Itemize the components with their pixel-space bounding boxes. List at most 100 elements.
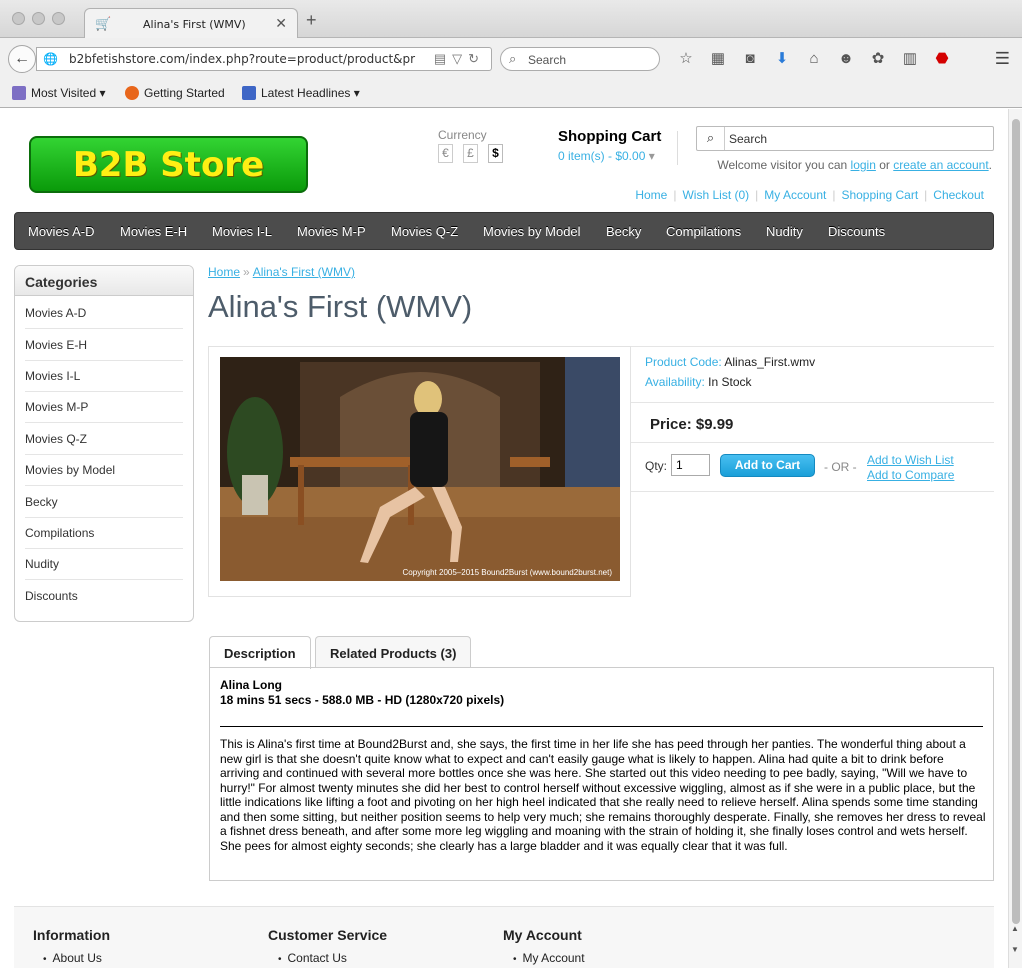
category-becky[interactable]: Becky xyxy=(25,495,183,518)
menu-becky[interactable]: Becky xyxy=(606,224,641,239)
currency-label: Currency xyxy=(438,128,487,142)
category-movies-m-p[interactable]: Movies M-P xyxy=(25,400,183,423)
back-button[interactable]: ← xyxy=(8,45,36,73)
hamburger-menu-icon[interactable]: ☰ xyxy=(995,49,1010,69)
info-divider xyxy=(631,402,994,403)
cart-title: Shopping Cart xyxy=(558,128,662,145)
site-search-input[interactable]: ⌕ Search xyxy=(696,126,994,151)
footer-contact-us-link[interactable]: Contact Us xyxy=(278,951,387,965)
reading-list-icon[interactable]: ▦ xyxy=(702,49,734,67)
bookmark-most-visited[interactable]: Most Visited ▾ xyxy=(12,86,106,100)
url-bar[interactable]: 🌐 b2bfetishstore.com/index.php?route=pro… xyxy=(36,47,492,71)
category-movies-by-model[interactable]: Movies by Model xyxy=(25,463,183,486)
footer-information: Information About Us xyxy=(33,927,110,965)
currency-selector: Currency € £ $ xyxy=(438,128,513,163)
bookmark-star-icon[interactable]: ☆ xyxy=(670,49,702,67)
close-window-button[interactable] xyxy=(12,12,25,25)
tab-related-products[interactable]: Related Products (3) xyxy=(315,636,472,668)
menu-discounts[interactable]: Discounts xyxy=(828,224,885,239)
category-movies-q-z[interactable]: Movies Q-Z xyxy=(25,432,183,455)
footer-customer-service: Customer Service Contact Us xyxy=(268,927,387,965)
menu-movies-a-d[interactable]: Movies A-D xyxy=(28,224,94,239)
url-text[interactable]: b2bfetishstore.com/index.php?route=produ… xyxy=(69,52,417,66)
reader-view-icon[interactable]: ▤▽↻ xyxy=(434,51,485,67)
category-movies-e-h[interactable]: Movies E-H xyxy=(25,338,183,361)
menu-movies-e-h[interactable]: Movies E-H xyxy=(120,224,187,239)
site-search-placeholder: Search xyxy=(729,132,768,146)
categories-title: Categories xyxy=(15,266,193,296)
add-to-cart-button[interactable]: Add to Cart xyxy=(720,454,815,477)
chat-icon[interactable]: ☻ xyxy=(830,50,862,67)
home-link[interactable]: Home xyxy=(635,188,667,202)
currency-pound-button[interactable]: £ xyxy=(463,144,478,163)
wishlist-link[interactable]: Wish List (0) xyxy=(682,188,749,202)
store-logo[interactable]: B2B Store xyxy=(29,136,308,193)
wish-compare-links: Add to Wish List Add to Compare xyxy=(867,453,954,483)
model-name: Alina Long xyxy=(220,678,282,692)
bookmark-latest-headlines[interactable]: Latest Headlines ▾ xyxy=(242,86,360,100)
footer-about-us-link[interactable]: About Us xyxy=(43,951,110,965)
cart-items-dropdown[interactable]: 0 item(s) - $0.00 ▾ xyxy=(558,149,661,163)
browser-tab[interactable]: 🛒 Alina's First (WMV) ✕ xyxy=(84,8,298,39)
menu-movies-m-p[interactable]: Movies M-P xyxy=(297,224,366,239)
clipboard-icon[interactable]: ▥ xyxy=(894,49,926,67)
extension-icon[interactable]: ✿ xyxy=(862,49,894,67)
breadcrumb-current[interactable]: Alina's First (WMV) xyxy=(253,265,355,279)
new-tab-button[interactable]: + xyxy=(306,11,317,29)
close-tab-icon[interactable]: ✕ xyxy=(275,15,287,32)
add-to-wishlist-link[interactable]: Add to Wish List xyxy=(867,453,954,468)
cart-summary: Shopping Cart 0 item(s) - $0.00 ▾ xyxy=(558,128,661,163)
browser-toolbar: ← 🌐 b2bfetishstore.com/index.php?route=p… xyxy=(0,38,1022,80)
description-rule xyxy=(220,726,983,727)
scroll-down-icon[interactable]: ▼ xyxy=(1011,945,1019,954)
zoom-window-button[interactable] xyxy=(52,12,65,25)
menu-nudity[interactable]: Nudity xyxy=(766,224,803,239)
or-text: - OR - xyxy=(824,460,857,474)
checkout-link[interactable]: Checkout xyxy=(933,188,984,202)
breadcrumb: Home» Alina's First (WMV) xyxy=(208,265,355,279)
create-account-link[interactable]: create an account xyxy=(893,158,988,172)
category-movies-a-d[interactable]: Movies A-D xyxy=(25,306,183,329)
add-to-compare-link[interactable]: Add to Compare xyxy=(867,468,954,483)
scrollbar-thumb[interactable] xyxy=(1012,119,1020,924)
description-panel: Alina Long 18 mins 51 secs - 588.0 MB - … xyxy=(209,667,994,881)
download-icon[interactable]: ⬇ xyxy=(766,49,798,67)
shopping-cart-link[interactable]: Shopping Cart xyxy=(841,188,918,202)
chevron-down-icon: ▾ xyxy=(648,149,655,163)
page-scrollbar[interactable]: ▲ ▼ xyxy=(1008,109,1022,968)
pocket-icon[interactable]: ◙ xyxy=(734,50,766,67)
rss-icon xyxy=(242,86,256,100)
currency-dollar-button[interactable]: $ xyxy=(488,144,503,163)
image-copyright-text: Copyright 2005–2015 Bound2Burst (www.bou… xyxy=(402,568,612,577)
category-compilations[interactable]: Compilations xyxy=(25,526,183,549)
login-link[interactable]: login xyxy=(851,158,876,172)
product-info-pane: Product Code: Alinas_First.wmv Availabil… xyxy=(631,346,994,492)
currency-euro-button[interactable]: € xyxy=(438,144,453,163)
search-icon[interactable]: ⌕ xyxy=(697,127,725,150)
product-code: Product Code: Alinas_First.wmv xyxy=(645,355,816,369)
adblock-icon[interactable]: ⬣ xyxy=(926,49,958,67)
menu-movies-by-model[interactable]: Movies by Model xyxy=(483,224,581,239)
footer-my-account-title: My Account xyxy=(503,927,582,943)
menu-movies-i-l[interactable]: Movies I-L xyxy=(212,224,272,239)
browser-search-input[interactable]: ⌕ Search xyxy=(500,47,660,71)
scroll-up-icon[interactable]: ▲ xyxy=(1011,924,1019,933)
footer-my-account-link[interactable]: My Account xyxy=(513,951,585,965)
breadcrumb-home[interactable]: Home xyxy=(208,265,240,279)
product-image[interactable]: Copyright 2005–2015 Bound2Burst (www.bou… xyxy=(220,357,620,581)
product-availability: Availability: In Stock xyxy=(645,375,752,389)
category-nudity[interactable]: Nudity xyxy=(25,557,183,580)
video-meta: 18 mins 51 secs - 588.0 MB - HD (1280x72… xyxy=(220,693,505,707)
bookmark-getting-started[interactable]: Getting Started xyxy=(125,86,225,100)
category-discounts[interactable]: Discounts xyxy=(25,589,183,611)
minimize-window-button[interactable] xyxy=(32,12,45,25)
cart-favicon-icon: 🛒 xyxy=(95,16,112,31)
menu-compilations[interactable]: Compilations xyxy=(666,224,741,239)
category-movies-i-l[interactable]: Movies I-L xyxy=(25,369,183,392)
home-icon[interactable]: ⌂ xyxy=(798,50,830,67)
footer-my-account: My Account My Account xyxy=(503,927,585,965)
my-account-link[interactable]: My Account xyxy=(764,188,826,202)
qty-input[interactable] xyxy=(671,454,710,476)
tab-description[interactable]: Description xyxy=(209,636,311,669)
menu-movies-q-z[interactable]: Movies Q-Z xyxy=(391,224,458,239)
